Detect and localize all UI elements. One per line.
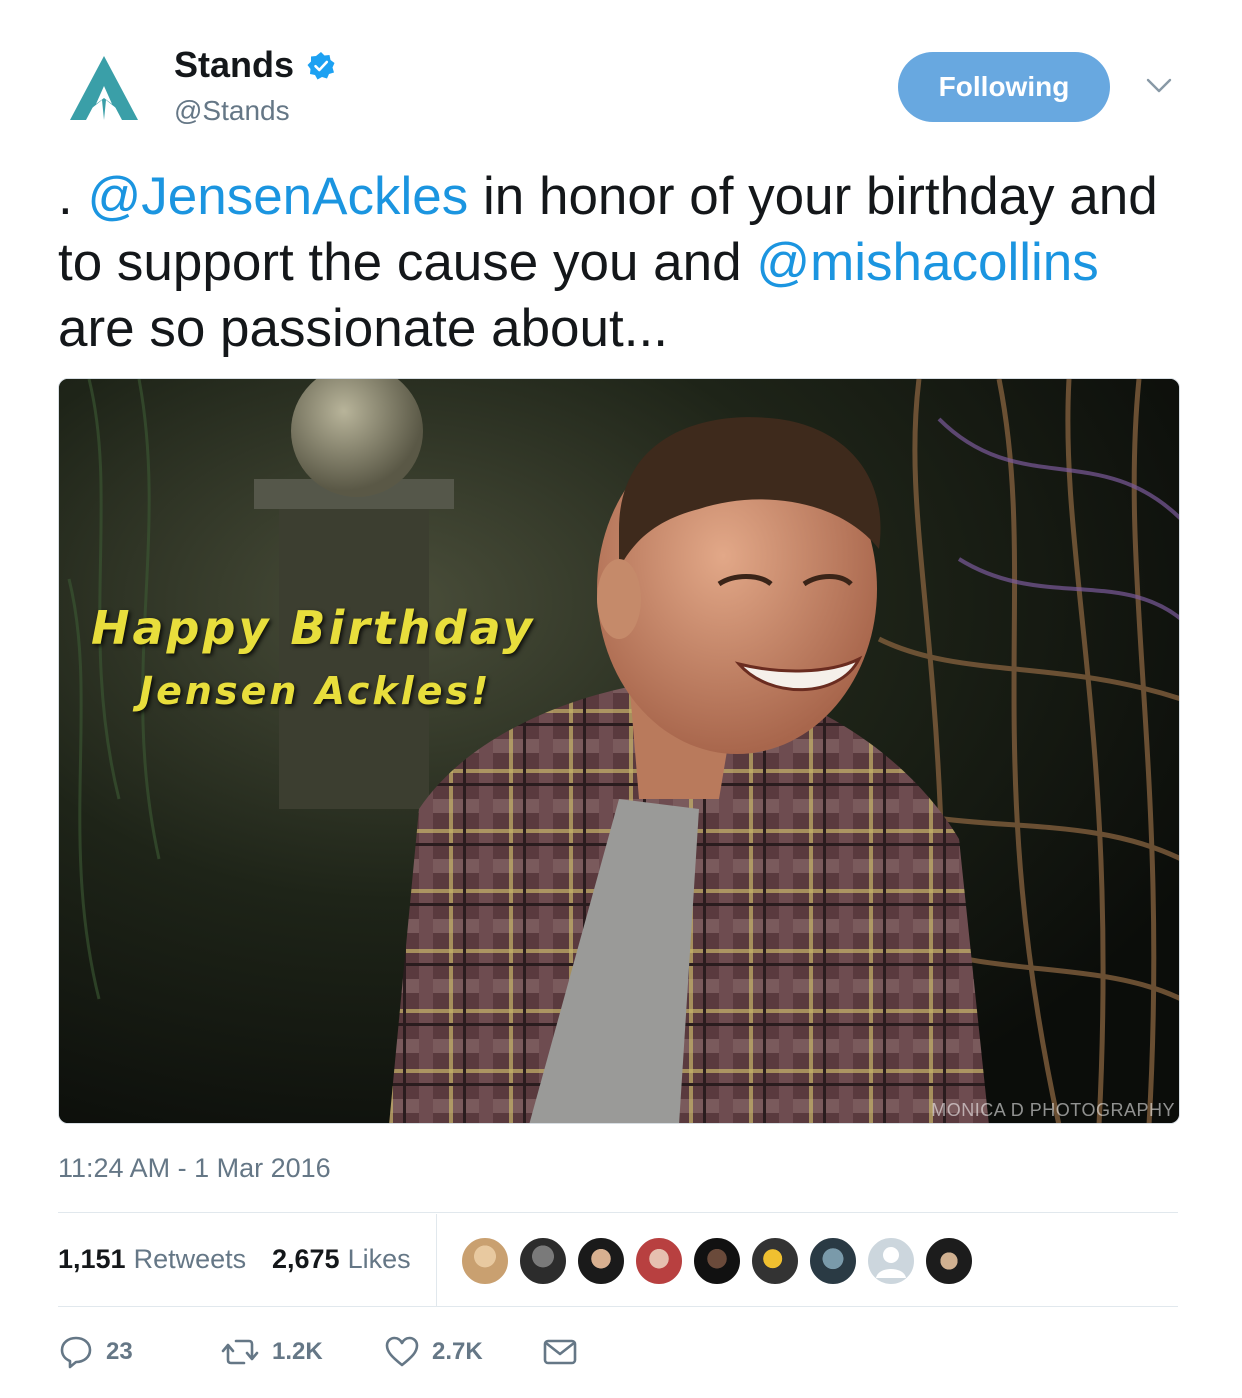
mention-link-mishacollins[interactable]: @mishacollins bbox=[756, 233, 1098, 292]
retweets-count: 1,151 bbox=[58, 1244, 126, 1274]
tweet-text-suffix: are so passionate about... bbox=[58, 299, 668, 358]
tweet-stats: 1,151 Retweets 2,675 Likes bbox=[58, 1214, 1178, 1306]
direct-message-button[interactable] bbox=[542, 1334, 578, 1370]
divider-top bbox=[58, 1212, 1178, 1213]
likes-count: 2,675 bbox=[272, 1244, 340, 1274]
verified-badge-icon bbox=[307, 52, 335, 80]
avatar[interactable] bbox=[924, 1236, 974, 1286]
stats-divider bbox=[436, 1214, 437, 1306]
photo-caption-line-2: Jensen Ackles! bbox=[139, 669, 492, 713]
reply-button[interactable]: 23 bbox=[58, 1334, 133, 1370]
envelope-icon bbox=[543, 1339, 577, 1365]
photo-image bbox=[59, 379, 1179, 1123]
display-name[interactable]: Stands bbox=[174, 44, 336, 86]
heart-icon bbox=[385, 1336, 419, 1367]
avatar[interactable] bbox=[866, 1236, 916, 1286]
retweets-label: Retweets bbox=[133, 1244, 247, 1274]
divider-bottom bbox=[58, 1306, 1178, 1307]
like-button[interactable]: 2.7K bbox=[384, 1334, 483, 1370]
likes-label: Likes bbox=[347, 1244, 411, 1274]
avatar[interactable] bbox=[460, 1236, 510, 1286]
tweet-photo[interactable]: Happy Birthday Jensen Ackles! MONICA D P… bbox=[58, 378, 1180, 1124]
tweet-header: Stands @Stands Following bbox=[0, 0, 1242, 150]
avatar[interactable] bbox=[576, 1236, 626, 1286]
retweets-stat[interactable]: 1,151 Retweets bbox=[58, 1244, 246, 1275]
chevron-down-icon[interactable] bbox=[1145, 76, 1173, 96]
default-avatar-icon bbox=[876, 1247, 906, 1278]
tweet-timestamp[interactable]: 11:24 AM - 1 Mar 2016 bbox=[58, 1153, 331, 1184]
avatar[interactable] bbox=[750, 1236, 800, 1286]
likes-stat[interactable]: 2,675 Likes bbox=[272, 1244, 411, 1275]
like-count: 2.7K bbox=[432, 1338, 483, 1365]
display-name-text[interactable]: Stands bbox=[174, 44, 294, 86]
avatar[interactable] bbox=[518, 1236, 568, 1286]
photo-watermark: MONICA D PHOTOGRAPHY bbox=[931, 1100, 1175, 1120]
tweet-text: . @JensenAckles in honor of your birthda… bbox=[58, 164, 1188, 362]
avatar[interactable] bbox=[692, 1236, 742, 1286]
avatar[interactable] bbox=[634, 1236, 684, 1286]
retweet-button[interactable]: 1.2K bbox=[220, 1334, 323, 1370]
account-handle[interactable]: @Stands bbox=[174, 95, 290, 127]
photo-caption-line-1: Happy Birthday bbox=[91, 601, 536, 655]
avatar[interactable] bbox=[808, 1236, 858, 1286]
mention-link-jensenackles[interactable]: @JensenAckles bbox=[87, 167, 468, 226]
following-button[interactable]: Following bbox=[898, 52, 1110, 122]
tweet-actions: 23 1.2K 2.7K bbox=[58, 1330, 758, 1380]
tweet-text-prefix: . bbox=[58, 167, 88, 226]
stands-logo-icon[interactable] bbox=[66, 50, 142, 126]
reply-icon bbox=[60, 1336, 92, 1369]
retweet-icon bbox=[221, 1339, 259, 1365]
reply-count: 23 bbox=[106, 1338, 133, 1365]
retweet-count: 1.2K bbox=[272, 1338, 323, 1365]
